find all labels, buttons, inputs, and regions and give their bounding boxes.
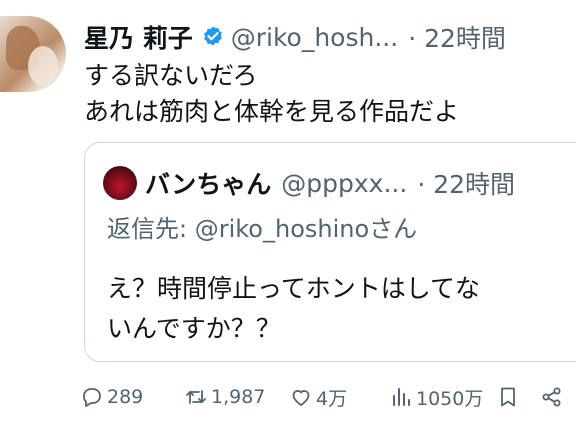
share-icon [542, 387, 561, 407]
verified-badge-icon [203, 26, 222, 46]
reply-suffix: さん [369, 215, 418, 243]
reply-icon [83, 388, 101, 407]
tweet-body: する訳ないだろ あれは筋肉と体幹を見る作品だよ [84, 58, 459, 130]
quote-author-avatar [103, 166, 137, 200]
author-avatar[interactable] [0, 16, 66, 92]
tweet-line: する訳ないだろ [84, 61, 258, 90]
reply-prefix: 返信先: [107, 215, 195, 243]
like-count: 4万 [316, 387, 348, 410]
author-handle[interactable]: @riko_hosh... [231, 23, 398, 52]
quote-header: バンちゃん @pppxx... · 22時間 [103, 165, 515, 201]
views-count: 1050万 [416, 387, 484, 410]
bookmark-icon [501, 387, 515, 407]
like-icon [292, 390, 310, 406]
reply-button[interactable]: 289 [80, 380, 143, 414]
quote-line: え？時間停止ってホントはしてな [107, 274, 481, 303]
quote-author-handle: @pppxx... [281, 168, 408, 198]
reply-mention: @riko_hoshino [194, 215, 370, 243]
bookmark-button[interactable] [496, 380, 523, 414]
quote-body: え？時間停止ってホントはしてな いんですか？？ [107, 269, 480, 349]
quote-line: いんですか？？ [107, 314, 281, 343]
views-icon [393, 388, 410, 406]
like-button[interactable]: 4万 [289, 380, 347, 414]
quote-time: · 22時間 [417, 170, 516, 199]
repost-button[interactable]: 1,987 [184, 380, 265, 414]
repost-count: 1,987 [211, 386, 266, 408]
tweet-header: 星乃 莉子 @riko_hosh... · 22時間 [84, 18, 506, 56]
quoted-tweet[interactable]: バンちゃん @pppxx... · 22時間 返信先: @riko_hoshin… [84, 142, 576, 362]
quote-author-name: バンちゃん [145, 170, 272, 199]
tweet-time[interactable]: · 22時間 [408, 19, 506, 55]
tweet-line: あれは筋肉と体幹を見る作品だよ [84, 97, 460, 126]
reply-context: 返信先: @riko_hoshinoさん [107, 209, 417, 244]
reply-count: 289 [107, 386, 144, 408]
repost-icon [186, 390, 206, 404]
action-bar: 289 1,987 4万 1050万 [80, 380, 576, 414]
share-button[interactable] [540, 380, 567, 414]
views-button[interactable]: 1050万 [389, 380, 483, 414]
author-name[interactable]: 星乃 莉子 [84, 19, 193, 55]
